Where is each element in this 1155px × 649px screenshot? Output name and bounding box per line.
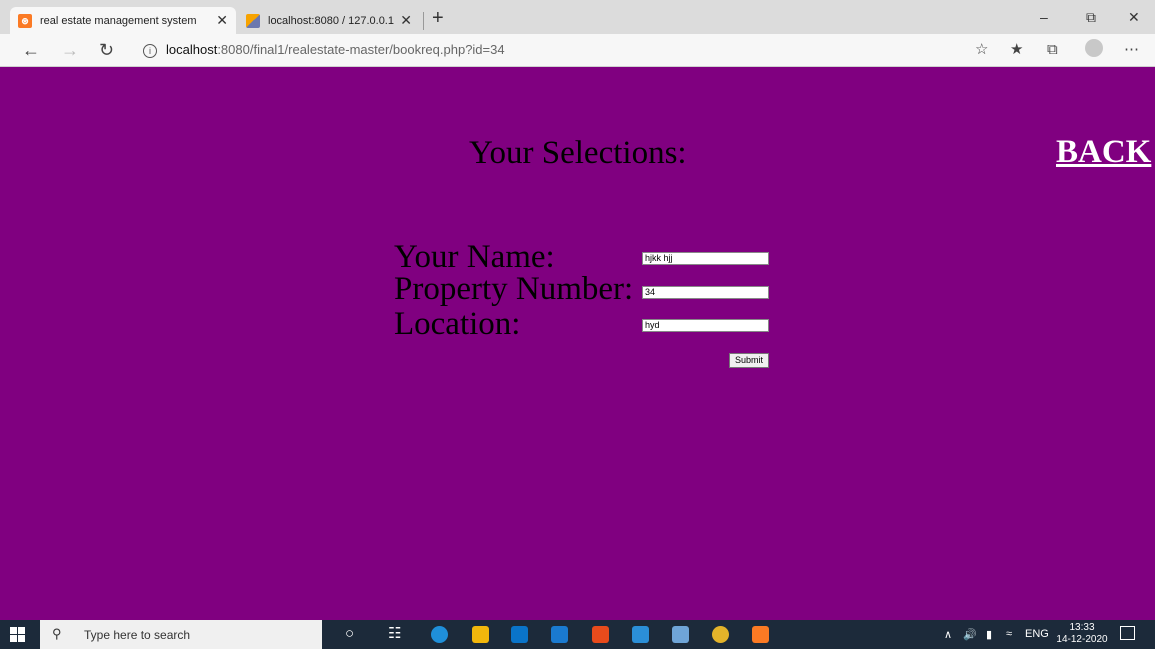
page-content: Your Selections: BACK Your Name: Propert… [0,67,1155,620]
forward-button[interactable]: → [61,38,79,62]
tab-strip: ⊛ real estate management system ✕ localh… [0,0,1155,34]
submit-button[interactable]: Submit [729,353,769,368]
search-icon: ⚲ [52,626,62,641]
language-indicator[interactable]: ENG [1025,628,1049,640]
xampp-taskbar-icon[interactable] [752,626,769,643]
minimize-button[interactable]: – [1040,6,1048,28]
file-explorer-icon[interactable] [472,626,489,643]
battery-icon[interactable]: ▮ [986,628,992,641]
back-link[interactable]: BACK [1056,134,1151,171]
page-title: Your Selections: [469,135,687,171]
photos-icon[interactable] [672,626,689,643]
location-field[interactable]: hyd [642,319,769,332]
close-tab-icon[interactable]: ✕ [400,12,412,29]
tab-label: real estate management system [40,14,197,27]
wifi-icon[interactable]: ≈ [1006,628,1012,640]
clock[interactable]: 13:33 14-12-2020 [1056,622,1108,646]
url-field[interactable]: localhost:8080/final1/realestate-master/… [166,42,505,57]
restore-button[interactable]: ⧉ [1086,6,1096,28]
chrome-icon[interactable] [712,626,729,643]
phpmyadmin-icon [246,13,260,28]
name-label: Your Name: [394,239,555,275]
name-field[interactable]: hjkk hjj [642,252,769,265]
taskbar: ⚲ Type here to search ○ ☷ ∧ 🔊 ▮ ≈ ENG 13… [0,620,1155,649]
tab-divider [423,12,424,30]
profile-avatar[interactable] [1085,39,1103,57]
tray-chevron-icon[interactable]: ∧ [944,628,952,641]
location-label: Location: [394,306,521,342]
tab-real-estate[interactable]: ⊛ real estate management system ✕ [10,7,236,34]
search-placeholder: Type here to search [84,628,191,642]
close-tab-icon[interactable]: ✕ [216,12,228,29]
more-menu-icon[interactable]: ⋯ [1124,40,1139,60]
new-tab-button[interactable]: + [432,6,444,30]
office-icon[interactable] [592,626,609,643]
store-icon[interactable] [511,626,528,643]
refresh-button[interactable]: ↻ [99,38,114,62]
property-number-field[interactable]: 34 [642,286,769,299]
cortana-icon[interactable]: ○ [345,624,354,644]
favorites-icon[interactable]: ★ [1010,40,1023,60]
windows-start-icon[interactable] [10,627,25,642]
tab-label: localhost:8080 / 127.0.0.1 / realestate [268,14,394,27]
url-host: localhost [166,42,218,57]
mail-icon[interactable] [551,626,568,643]
vscode-icon[interactable] [632,626,649,643]
task-view-icon[interactable]: ☷ [388,624,401,644]
clock-date: 14-12-2020 [1056,634,1108,645]
xampp-icon: ⊛ [18,13,32,28]
taskbar-search-box[interactable]: ⚲ Type here to search [40,620,322,649]
site-info-icon[interactable]: i [143,44,157,58]
address-bar: ← → ↻ i localhost:8080/final1/realestate… [0,34,1155,67]
tab-phpmyadmin[interactable]: localhost:8080 / 127.0.0.1 / realestate … [238,7,420,34]
volume-icon[interactable]: 🔊 [963,628,977,641]
notification-icon[interactable] [1120,626,1135,640]
edge-icon[interactable] [431,626,448,643]
close-window-button[interactable]: ✕ [1128,6,1140,28]
clock-time: 13:33 [1069,622,1095,633]
property-number-label: Property Number: [394,271,634,307]
collections-icon[interactable]: ⧉ [1047,40,1058,60]
back-button[interactable]: ← [22,38,40,62]
url-path: :8080/final1/realestate-master/bookreq.p… [217,42,505,57]
favorite-star-icon[interactable]: ☆ [975,40,988,60]
